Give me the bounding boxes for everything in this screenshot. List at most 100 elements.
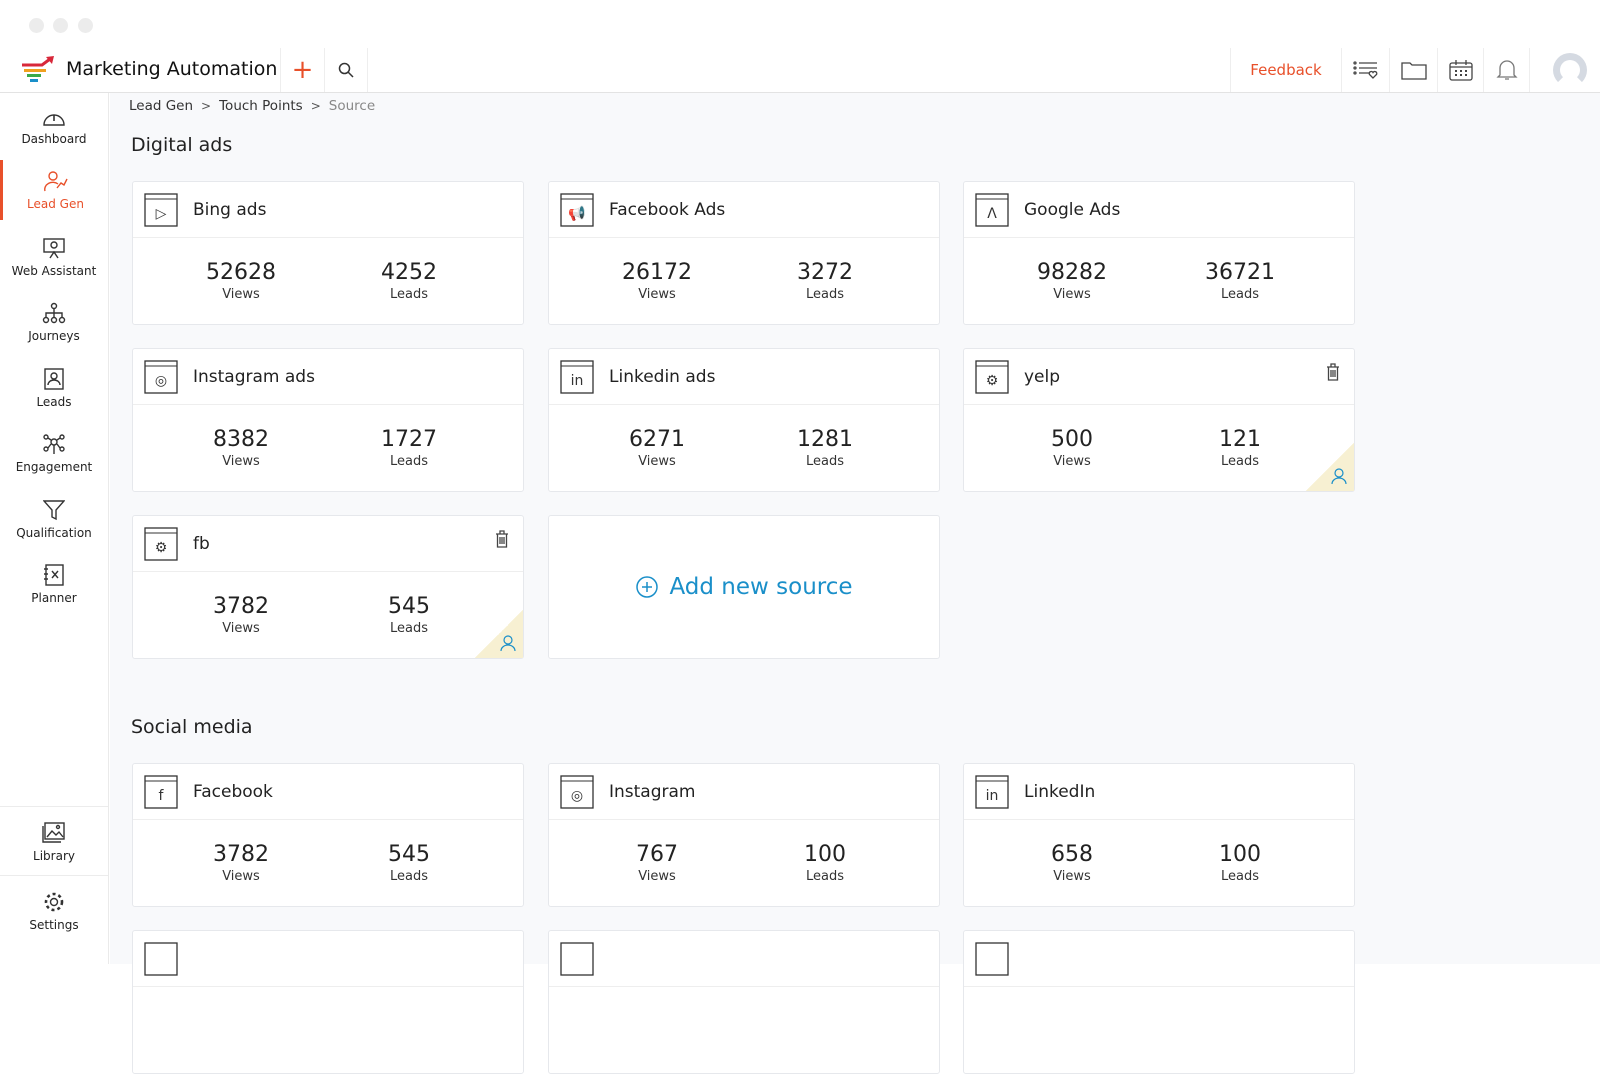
- source-card[interactable]: ⚙ fb 3782 Views 545 Leads: [132, 515, 524, 659]
- sidebar-item-planner[interactable]: Planner: [0, 553, 108, 615]
- calendar-icon: [1448, 60, 1473, 81]
- source-name: fb: [193, 533, 210, 554]
- source-icon: [144, 941, 178, 976]
- window-titlebar: [0, 0, 1600, 48]
- search-button[interactable]: [324, 48, 368, 92]
- leads-count: 100: [1219, 842, 1261, 867]
- sidebar-divider: [0, 875, 108, 876]
- window-maximize-button[interactable]: [78, 18, 93, 33]
- add-new-source-button[interactable]: Add new source: [548, 515, 940, 659]
- section-title-digital-ads: Digital ads: [131, 134, 233, 156]
- leads-count: 545: [388, 594, 430, 619]
- bell-icon: [1495, 60, 1518, 80]
- source-card[interactable]: in Linkedin ads 6271 Views 1281 Leads: [548, 348, 940, 492]
- sidebar-item-qualification[interactable]: Qualification: [0, 488, 108, 550]
- planner-icon: [44, 563, 64, 586]
- favorites-list-button[interactable]: [1341, 48, 1389, 92]
- image-icon: [42, 821, 65, 843]
- dashboard-icon: [43, 113, 65, 126]
- svg-text:⚙: ⚙: [986, 373, 999, 389]
- leads-label: Leads: [389, 454, 428, 469]
- source-card[interactable]: in LinkedIn 658 Views 100 Leads: [963, 763, 1355, 907]
- funnel-icon: [43, 499, 65, 520]
- source-card[interactable]: [132, 930, 524, 1074]
- svg-text:◎: ◎: [571, 788, 583, 804]
- sidebar-item-web-assistant[interactable]: Web Assistant: [0, 226, 108, 288]
- source-card[interactable]: [963, 930, 1355, 1074]
- svg-text:◎: ◎: [155, 373, 167, 389]
- source-card[interactable]: ◎ Instagram 767 Views 100 Leads: [548, 763, 940, 907]
- trash-icon: [1327, 363, 1339, 381]
- gear-icon: [44, 892, 64, 911]
- journeys-icon: [42, 302, 66, 323]
- views-label: Views: [222, 621, 260, 636]
- views-count: 658: [1051, 842, 1093, 867]
- trash-icon: [496, 530, 508, 548]
- window-minimize-button[interactable]: [53, 18, 68, 33]
- source-card[interactable]: ◎ Instagram ads 8382 Views 1727 Leads: [132, 348, 524, 492]
- source-card[interactable]: Λ Google Ads 98282 Views 36721 Leads: [963, 181, 1355, 325]
- plus-circle-icon: [636, 576, 659, 598]
- user-avatar[interactable]: [1529, 48, 1600, 92]
- engagement-icon: [43, 433, 65, 454]
- svg-text:▷: ▷: [156, 206, 167, 222]
- source-card[interactable]: [548, 930, 940, 1074]
- delete-source-button[interactable]: [495, 530, 509, 552]
- views-count: 26172: [622, 260, 692, 285]
- views-count: 52628: [206, 260, 276, 285]
- instagram-ads-icon: ◎: [144, 359, 178, 394]
- notifications-button[interactable]: [1483, 48, 1529, 92]
- sidebar-item-dashboard[interactable]: Dashboard: [0, 95, 108, 157]
- source-card[interactable]: ⚙ yelp 500 Views 121 Leads: [963, 348, 1355, 492]
- breadcrumb-touch-points[interactable]: Touch Points: [219, 98, 303, 114]
- views-label: Views: [222, 869, 260, 884]
- source-card[interactable]: ▷ Bing ads 52628 Views 4252 Leads: [132, 181, 524, 325]
- source-name: Instagram ads: [193, 366, 315, 387]
- views-label: Views: [1053, 869, 1091, 884]
- app-title: Marketing Automation: [66, 58, 278, 80]
- instagram-icon: ◎: [560, 774, 594, 809]
- linkedin-icon: in: [975, 774, 1009, 809]
- breadcrumb-lead-gen[interactable]: Lead Gen: [129, 98, 193, 114]
- source-name: Bing ads: [193, 199, 267, 220]
- folder-button[interactable]: [1389, 48, 1437, 92]
- sidebar-item-lead-gen[interactable]: Lead Gen: [0, 160, 108, 220]
- source-card[interactable]: 📢 Facebook Ads 26172 Views 3272 Leads: [548, 181, 940, 325]
- leads-count: 1281: [797, 427, 853, 452]
- sidebar-item-leads[interactable]: Leads: [0, 357, 108, 419]
- delete-source-button[interactable]: [1326, 363, 1340, 385]
- google-ads-icon: Λ: [975, 192, 1009, 227]
- leads-label: Leads: [1220, 454, 1259, 469]
- feedback-button[interactable]: Feedback: [1230, 48, 1341, 92]
- sidebar-item-library[interactable]: Library: [0, 811, 108, 873]
- leads-icon: [44, 367, 64, 390]
- views-count: 6271: [629, 427, 685, 452]
- views-count: 767: [636, 842, 678, 867]
- leads-label: Leads: [389, 621, 428, 636]
- views-label: Views: [1053, 287, 1091, 302]
- leads-label: Leads: [805, 454, 844, 469]
- source-card[interactable]: f Facebook 3782 Views 545 Leads: [132, 763, 524, 907]
- calendar-button[interactable]: [1437, 48, 1483, 92]
- source-name: Facebook Ads: [609, 199, 726, 220]
- custom-source-badge: [1306, 443, 1354, 491]
- leads-label: Leads: [389, 869, 428, 884]
- custom-source-badge: [475, 610, 523, 658]
- source-name: Google Ads: [1024, 199, 1121, 220]
- lead-gen-icon: [43, 170, 68, 191]
- sidebar-item-engagement[interactable]: Engagement: [0, 422, 108, 484]
- leads-label: Leads: [1220, 869, 1259, 884]
- source-name: Facebook: [193, 781, 273, 802]
- leads-count: 36721: [1205, 260, 1275, 285]
- window-close-button[interactable]: [29, 18, 44, 33]
- leads-count: 545: [388, 842, 430, 867]
- sidebar-item-settings[interactable]: Settings: [0, 880, 108, 942]
- leads-label: Leads: [805, 869, 844, 884]
- views-count: 8382: [213, 427, 269, 452]
- folder-icon: [1400, 62, 1427, 80]
- views-label: Views: [638, 287, 676, 302]
- add-button[interactable]: +: [280, 48, 324, 92]
- sidebar-item-journeys[interactable]: Journeys: [0, 291, 108, 353]
- views-label: Views: [1053, 454, 1091, 469]
- source-icon: [975, 941, 1009, 976]
